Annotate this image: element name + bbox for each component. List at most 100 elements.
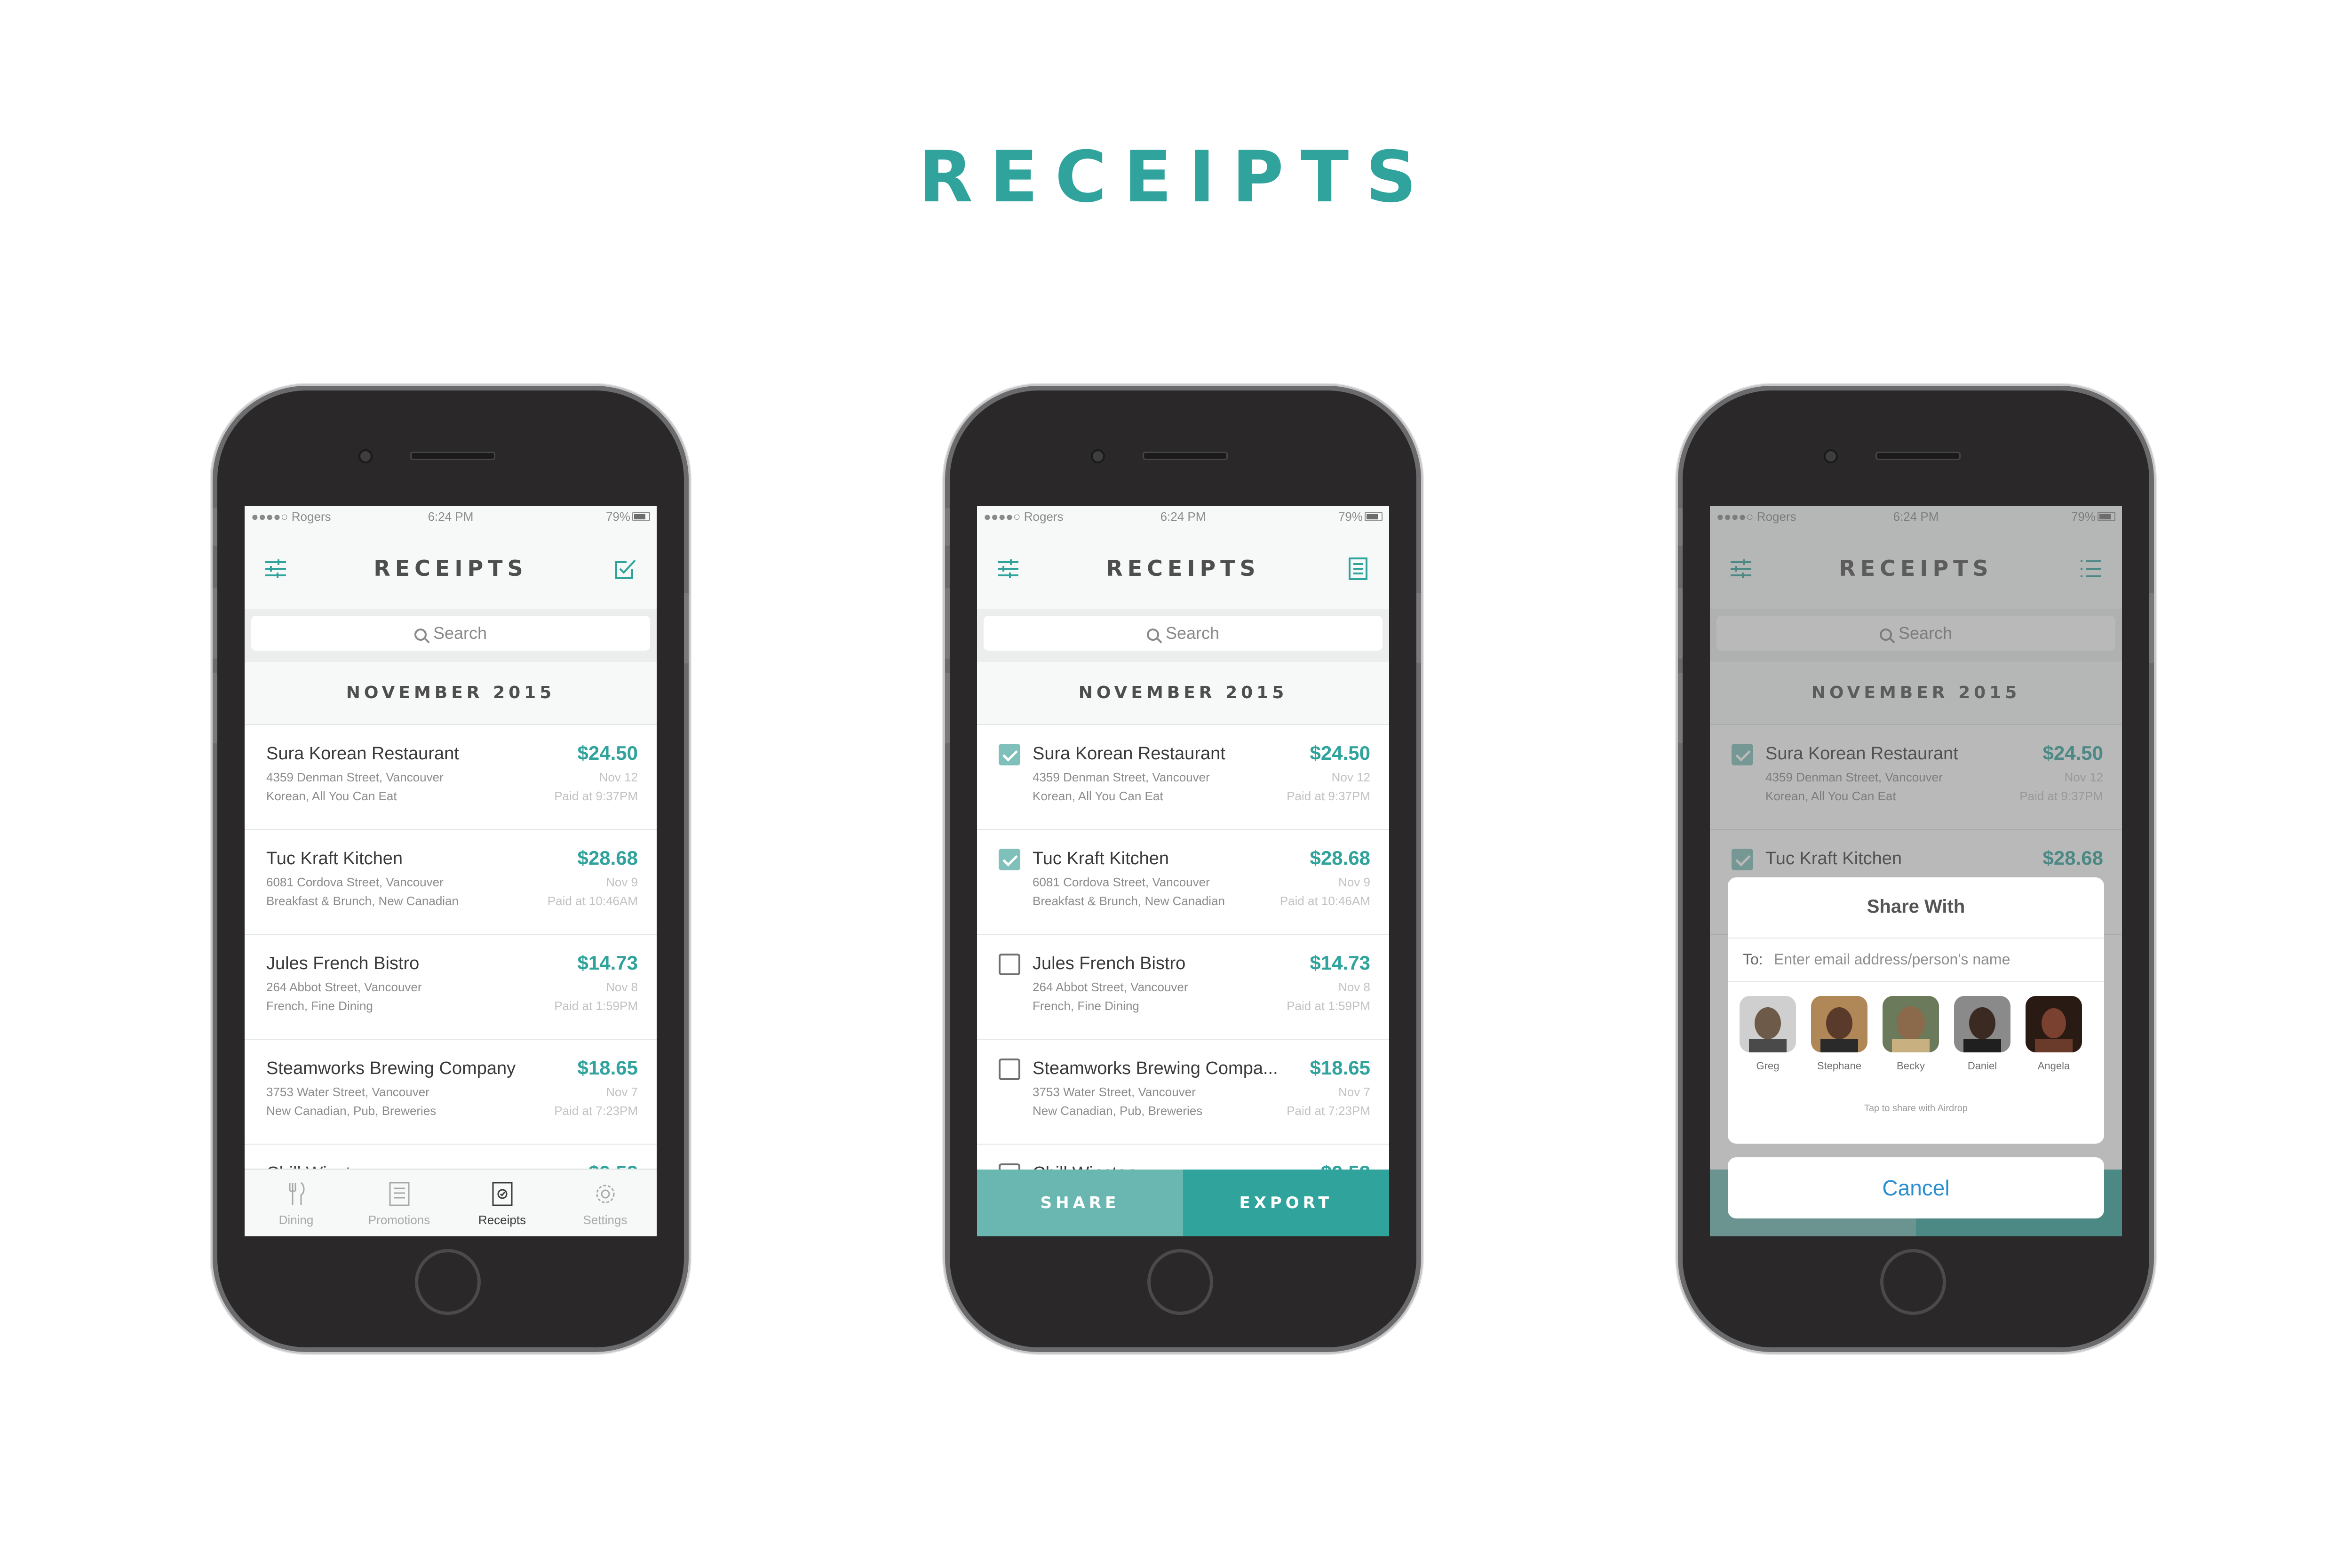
tab-label: Promotions bbox=[368, 1213, 430, 1227]
receipt-amount: $18.65 bbox=[577, 1057, 638, 1079]
receipt-amount: $28.68 bbox=[577, 847, 638, 869]
home-button[interactable] bbox=[1147, 1249, 1213, 1315]
month-header: NOVEMBER 2015 bbox=[245, 662, 657, 725]
avatar bbox=[1740, 996, 1796, 1052]
restaurant-address: 4359 Denman Street, Vancouver bbox=[1033, 770, 1210, 784]
receipt-amount: $28.68 bbox=[1310, 847, 1370, 869]
restaurant-address: 264 Abbot Street, Vancouver bbox=[1033, 980, 1188, 994]
receipt-date: Nov 8 bbox=[606, 980, 638, 994]
restaurant-name: Tuc Kraft Kitchen bbox=[1033, 849, 1169, 868]
receipts-list: Sura Korean Restaurant 4359 Denman Stree… bbox=[977, 725, 1389, 1236]
receipt-row[interactable]: Jules French Bistro 264 Abbot Street, Va… bbox=[977, 935, 1389, 1040]
search-input[interactable]: Search bbox=[984, 616, 1383, 651]
avatar bbox=[1883, 996, 1939, 1052]
receipt-date: Nov 8 bbox=[1338, 980, 1370, 994]
clock: 6:24 PM bbox=[1160, 509, 1206, 524]
action-bar: SHARE EXPORT bbox=[977, 1170, 1389, 1236]
clock: 6:24 PM bbox=[428, 509, 474, 524]
receipt-row[interactable]: Sura Korean Restaurant 4359 Denman Stree… bbox=[977, 725, 1389, 830]
cancel-button[interactable]: Cancel bbox=[1728, 1157, 2104, 1218]
share-button[interactable]: SHARE bbox=[977, 1170, 1183, 1236]
nav-bar: RECEIPTS bbox=[977, 527, 1389, 609]
airdrop-contacts: Greg Stephane Becky Daniel Angela bbox=[1728, 996, 2104, 1081]
status-bar: ●●●●○ Rogers 6:24 PM 79% bbox=[245, 506, 657, 527]
search-icon bbox=[414, 629, 427, 641]
search-icon bbox=[1146, 629, 1159, 641]
receipt-row[interactable]: Jules French Bistro 264 Abbot Street, Va… bbox=[245, 935, 657, 1040]
nav-title: RECEIPTS bbox=[1106, 556, 1260, 581]
contact-name: Becky bbox=[1897, 1060, 1925, 1072]
contact-angela[interactable]: Angela bbox=[2018, 996, 2089, 1072]
restaurant-tags: French, Fine Dining bbox=[1033, 999, 1139, 1013]
tab-label: Settings bbox=[583, 1213, 628, 1227]
row-checkbox[interactable] bbox=[999, 849, 1020, 870]
receipt-paid-time: Paid at 9:37PM bbox=[1287, 789, 1370, 803]
contact-name: Daniel bbox=[1967, 1060, 1997, 1072]
contact-name: Stephane bbox=[1817, 1060, 1862, 1072]
home-button[interactable] bbox=[415, 1249, 481, 1315]
contact-greg[interactable]: Greg bbox=[1732, 996, 1803, 1072]
tab-promotions[interactable]: Promotions bbox=[348, 1170, 451, 1236]
tab-dining[interactable]: Dining bbox=[245, 1170, 348, 1236]
receipt-row[interactable]: Sura Korean Restaurant 4359 Denman Stree… bbox=[245, 725, 657, 830]
avatar bbox=[2026, 996, 2082, 1052]
receipt-paid-time: Paid at 1:59PM bbox=[1287, 999, 1370, 1013]
list-view-icon[interactable] bbox=[1346, 557, 1370, 581]
contact-daniel[interactable]: Daniel bbox=[1947, 996, 2018, 1072]
earpiece-speaker bbox=[410, 452, 495, 460]
restaurant-name: Tuc Kraft Kitchen bbox=[266, 849, 403, 868]
restaurant-tags: French, Fine Dining bbox=[266, 999, 373, 1013]
home-button[interactable] bbox=[1880, 1249, 1946, 1315]
avatar bbox=[1954, 996, 2010, 1052]
contact-name: Greg bbox=[1756, 1060, 1780, 1072]
row-checkbox[interactable] bbox=[999, 744, 1020, 765]
search-input[interactable]: Search bbox=[251, 616, 650, 651]
receipt-date: Nov 9 bbox=[1338, 875, 1370, 889]
receipt-amount: $24.50 bbox=[577, 742, 638, 764]
share-sheet-title: Share With bbox=[1867, 896, 1965, 917]
receipt-row[interactable]: Steamworks Brewing Company 3753 Water St… bbox=[245, 1040, 657, 1145]
receipt-amount: $24.50 bbox=[1310, 742, 1370, 764]
restaurant-tags: Breakfast & Brunch, New Canadian bbox=[266, 894, 459, 908]
restaurant-name: Jules French Bistro bbox=[266, 954, 420, 973]
select-checkbox-icon[interactable] bbox=[613, 557, 638, 581]
recipient-input[interactable]: Enter email address/person's name bbox=[1774, 951, 2010, 968]
receipt-date: Nov 9 bbox=[606, 875, 638, 889]
receipt-row[interactable]: Steamworks Brewing Compa... 3753 Water S… bbox=[977, 1040, 1389, 1145]
restaurant-address: 264 Abbot Street, Vancouver bbox=[266, 980, 422, 994]
search-area: Search bbox=[977, 609, 1389, 662]
fork-knife-icon bbox=[289, 1182, 304, 1205]
receipt-paid-time: Paid at 7:23PM bbox=[554, 1104, 638, 1118]
receipt-row[interactable]: Tuc Kraft Kitchen 6081 Cordova Street, V… bbox=[977, 830, 1389, 935]
restaurant-tags: New Canadian, Pub, Breweries bbox=[266, 1104, 437, 1118]
receipt-paid-time: Paid at 9:37PM bbox=[554, 789, 638, 803]
restaurant-address: 6081 Cordova Street, Vancouver bbox=[1033, 875, 1210, 889]
contact-becky[interactable]: Becky bbox=[1875, 996, 1946, 1072]
recipient-field[interactable]: To: Enter email address/person's name bbox=[1728, 938, 2104, 982]
earpiece-speaker bbox=[1875, 452, 1961, 460]
receipts-list: Sura Korean Restaurant 4359 Denman Stree… bbox=[245, 725, 657, 1236]
receipt-date: Nov 7 bbox=[606, 1085, 638, 1099]
restaurant-name: Jules French Bistro bbox=[1033, 954, 1186, 973]
phone-mockup-list: ●●●●○ Rogers 6:24 PM 79% RECEIPTS Search bbox=[213, 390, 689, 1347]
front-camera bbox=[1091, 449, 1105, 463]
tab-settings[interactable]: Settings bbox=[554, 1170, 657, 1236]
restaurant-name: Sura Korean Restaurant bbox=[1033, 744, 1225, 764]
receipt-row[interactable]: Tuc Kraft Kitchen 6081 Cordova Street, V… bbox=[245, 830, 657, 935]
export-button[interactable]: EXPORT bbox=[1183, 1170, 1389, 1236]
receipt-paid-time: Paid at 10:46AM bbox=[1279, 894, 1370, 908]
phone-mockup-share: ●●●●○ Rogers 6:24 PM 79% RECEIPTS Search… bbox=[1678, 390, 2154, 1347]
search-placeholder: Search bbox=[433, 623, 487, 643]
receipt-date: Nov 12 bbox=[1331, 770, 1370, 784]
nav-title: RECEIPTS bbox=[373, 556, 528, 581]
row-checkbox[interactable] bbox=[999, 954, 1020, 975]
restaurant-tags: Korean, All You Can Eat bbox=[1033, 789, 1163, 803]
receipt-paid-time: Paid at 1:59PM bbox=[554, 999, 638, 1013]
contact-stephane[interactable]: Stephane bbox=[1804, 996, 1875, 1072]
front-camera bbox=[1824, 449, 1838, 463]
contact-name: Angela bbox=[2037, 1060, 2070, 1072]
restaurant-address: 6081 Cordova Street, Vancouver bbox=[266, 875, 444, 889]
row-checkbox[interactable] bbox=[999, 1059, 1020, 1080]
tab-receipts[interactable]: Receipts bbox=[451, 1170, 554, 1236]
search-area: Search bbox=[245, 609, 657, 662]
